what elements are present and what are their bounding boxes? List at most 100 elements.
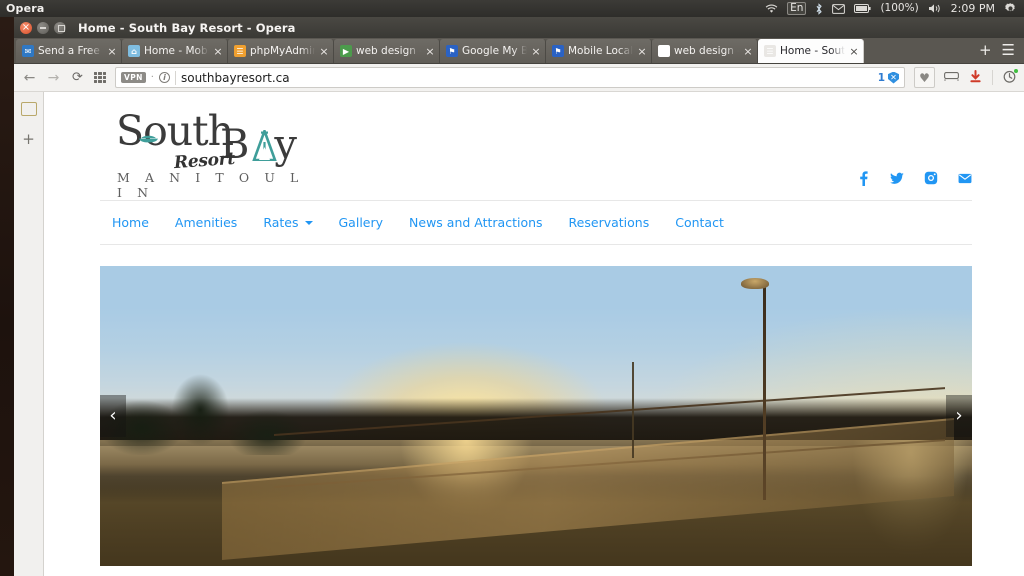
window-titlebar: Home - South Bay Resort - Opera xyxy=(14,17,1024,38)
heart-icon[interactable]: ♥ xyxy=(914,67,935,88)
browser-tab[interactable]: ✉ Send a Free Fax × xyxy=(16,39,122,63)
tab-close-icon[interactable]: × xyxy=(849,46,859,57)
browser-tab[interactable]: ▶ web design - Go × xyxy=(334,39,440,63)
tab-close-icon[interactable]: × xyxy=(213,46,223,57)
forward-button[interactable]: → xyxy=(46,71,61,85)
back-button[interactable]: ← xyxy=(22,71,37,85)
fax-icon: ✉ xyxy=(22,45,34,57)
url-divider xyxy=(174,70,176,85)
unity-launcher[interactable] xyxy=(0,17,14,576)
carousel-next-button[interactable]: › xyxy=(946,395,972,437)
maximize-button[interactable] xyxy=(54,21,66,34)
minimize-button[interactable] xyxy=(37,21,49,34)
opera-window: Home - South Bay Resort - Opera ✉ Send a… xyxy=(14,17,1024,576)
browser-sidebar: + xyxy=(14,92,44,576)
unity-app-name: Opera xyxy=(6,2,45,15)
wifi-icon[interactable] xyxy=(765,4,778,14)
browser-tab[interactable]: G web design - Go × xyxy=(652,39,758,63)
nav-label: News and Attractions xyxy=(409,215,543,230)
ad-blocker-counter[interactable]: 1 ✕ xyxy=(877,71,899,84)
facebook-icon[interactable] xyxy=(856,170,870,186)
unity-top-panel: Opera En (100%) 2:09 PM xyxy=(0,0,1024,17)
tab-close-icon[interactable]: × xyxy=(531,46,541,57)
nav-label: Contact xyxy=(675,215,724,230)
nav-label: Gallery xyxy=(338,215,384,230)
shield-icon: ✕ xyxy=(888,71,899,84)
keyboard-layout-indicator[interactable]: En xyxy=(787,2,807,15)
tab-menu-icon[interactable]: ☰ xyxy=(1002,43,1015,58)
toolbar-actions xyxy=(944,68,1018,86)
toolbar-divider xyxy=(992,70,993,85)
page-icon: ☰ xyxy=(764,45,776,57)
boat-icon xyxy=(138,128,159,143)
tab-label: Home - South B xyxy=(780,45,845,57)
hero-lamp-head xyxy=(740,278,769,289)
blocked-count-label: 1 xyxy=(877,71,885,84)
browser-body: + South By Resort M A N I T O U L I N Ho… xyxy=(14,92,1024,576)
nav-item-contact[interactable]: Contact xyxy=(662,212,737,233)
battery-percent-label: (100%) xyxy=(880,2,919,15)
bluetooth-icon[interactable] xyxy=(815,2,823,15)
tab-close-icon[interactable]: × xyxy=(107,46,117,57)
nav-label: Home xyxy=(112,215,149,230)
browser-tab[interactable]: ⚑ Google My Busi × xyxy=(440,39,546,63)
nav-item-news-and-attractions[interactable]: News and Attractions xyxy=(396,212,556,233)
system-tray: En (100%) 2:09 PM xyxy=(765,2,1024,15)
chevron-down-icon xyxy=(304,220,313,225)
hero-small-post xyxy=(631,362,634,458)
nav-item-home[interactable]: Home xyxy=(112,212,162,233)
url-text[interactable]: southbayresort.ca xyxy=(181,71,290,85)
tab-close-icon[interactable]: × xyxy=(743,46,753,57)
nav-item-reservations[interactable]: Reservations xyxy=(556,212,663,233)
site-logo[interactable]: South By Resort M A N I T O U L I N xyxy=(116,109,316,201)
volume-icon[interactable] xyxy=(928,3,942,14)
twitter-icon[interactable] xyxy=(890,171,904,185)
nav-label: Rates xyxy=(263,215,299,230)
nav-item-amenities[interactable]: Amenities xyxy=(162,212,250,233)
new-tab-button[interactable]: + xyxy=(979,43,992,58)
speed-dial-icon[interactable] xyxy=(94,71,106,84)
history-icon[interactable] xyxy=(1003,68,1018,86)
url-field[interactable]: VPN · i southbayresort.ca 1 ✕ xyxy=(115,67,905,88)
screen: Opera En (100%) 2:09 PM × Home - South B… xyxy=(0,0,1024,576)
email-icon[interactable] xyxy=(958,171,972,185)
mail-icon[interactable] xyxy=(832,3,846,14)
google-icon: G xyxy=(658,45,670,57)
close-button[interactable] xyxy=(20,21,32,34)
tab-strip-actions: + ☰ xyxy=(971,43,1024,63)
add-sidebar-item-button[interactable]: + xyxy=(22,132,35,147)
instagram-icon[interactable] xyxy=(924,171,938,185)
tab-strip: ✉ Send a Free Fax × ⌂ Home - Mobile L × … xyxy=(14,38,1024,64)
tab-close-icon[interactable]: × xyxy=(637,46,647,57)
reload-button[interactable]: ⟳ xyxy=(70,71,85,84)
web-page: South By Resort M A N I T O U L I N Home… xyxy=(44,92,1024,576)
nav-item-rates[interactable]: Rates xyxy=(250,212,325,233)
nav-label: Reservations xyxy=(568,215,650,230)
browser-tab[interactable]: ⌂ Home - Mobile L × xyxy=(122,39,228,63)
social-links xyxy=(856,170,972,186)
tab-close-icon[interactable]: × xyxy=(319,46,329,57)
system-clock[interactable]: 2:09 PM xyxy=(951,3,995,14)
site-info-icon[interactable]: i xyxy=(158,72,170,83)
tab-label: Send a Free Fax xyxy=(38,45,103,57)
tab-label: Home - Mobile L xyxy=(144,45,209,57)
hero-carousel[interactable]: ‹ › xyxy=(100,266,972,566)
browser-tab-active[interactable]: ☰ Home - South B × xyxy=(758,39,864,63)
logo-subtitle: M A N I T O U L I N xyxy=(117,170,304,200)
google-my-business-icon: ⚑ xyxy=(446,45,458,57)
vpn-badge[interactable]: VPN xyxy=(121,72,146,83)
gear-icon[interactable] xyxy=(1004,2,1017,15)
tab-close-icon[interactable]: × xyxy=(425,46,435,57)
teepee-icon xyxy=(252,127,277,162)
download-icon[interactable] xyxy=(969,69,982,86)
messenger-icon[interactable] xyxy=(944,70,959,85)
history-update-dot xyxy=(1014,68,1018,73)
carousel-prev-button[interactable]: ‹ xyxy=(100,395,126,437)
nav-item-gallery[interactable]: Gallery xyxy=(326,212,397,233)
notes-icon[interactable] xyxy=(20,102,37,116)
tab-label: Mobile Local Co xyxy=(568,45,633,57)
tab-label: web design - Go xyxy=(674,45,739,57)
browser-tab[interactable]: ☰ phpMyAdmin × xyxy=(228,39,334,63)
browser-tab[interactable]: ⚑ Mobile Local Co × xyxy=(546,39,652,63)
battery-icon[interactable] xyxy=(854,4,872,13)
